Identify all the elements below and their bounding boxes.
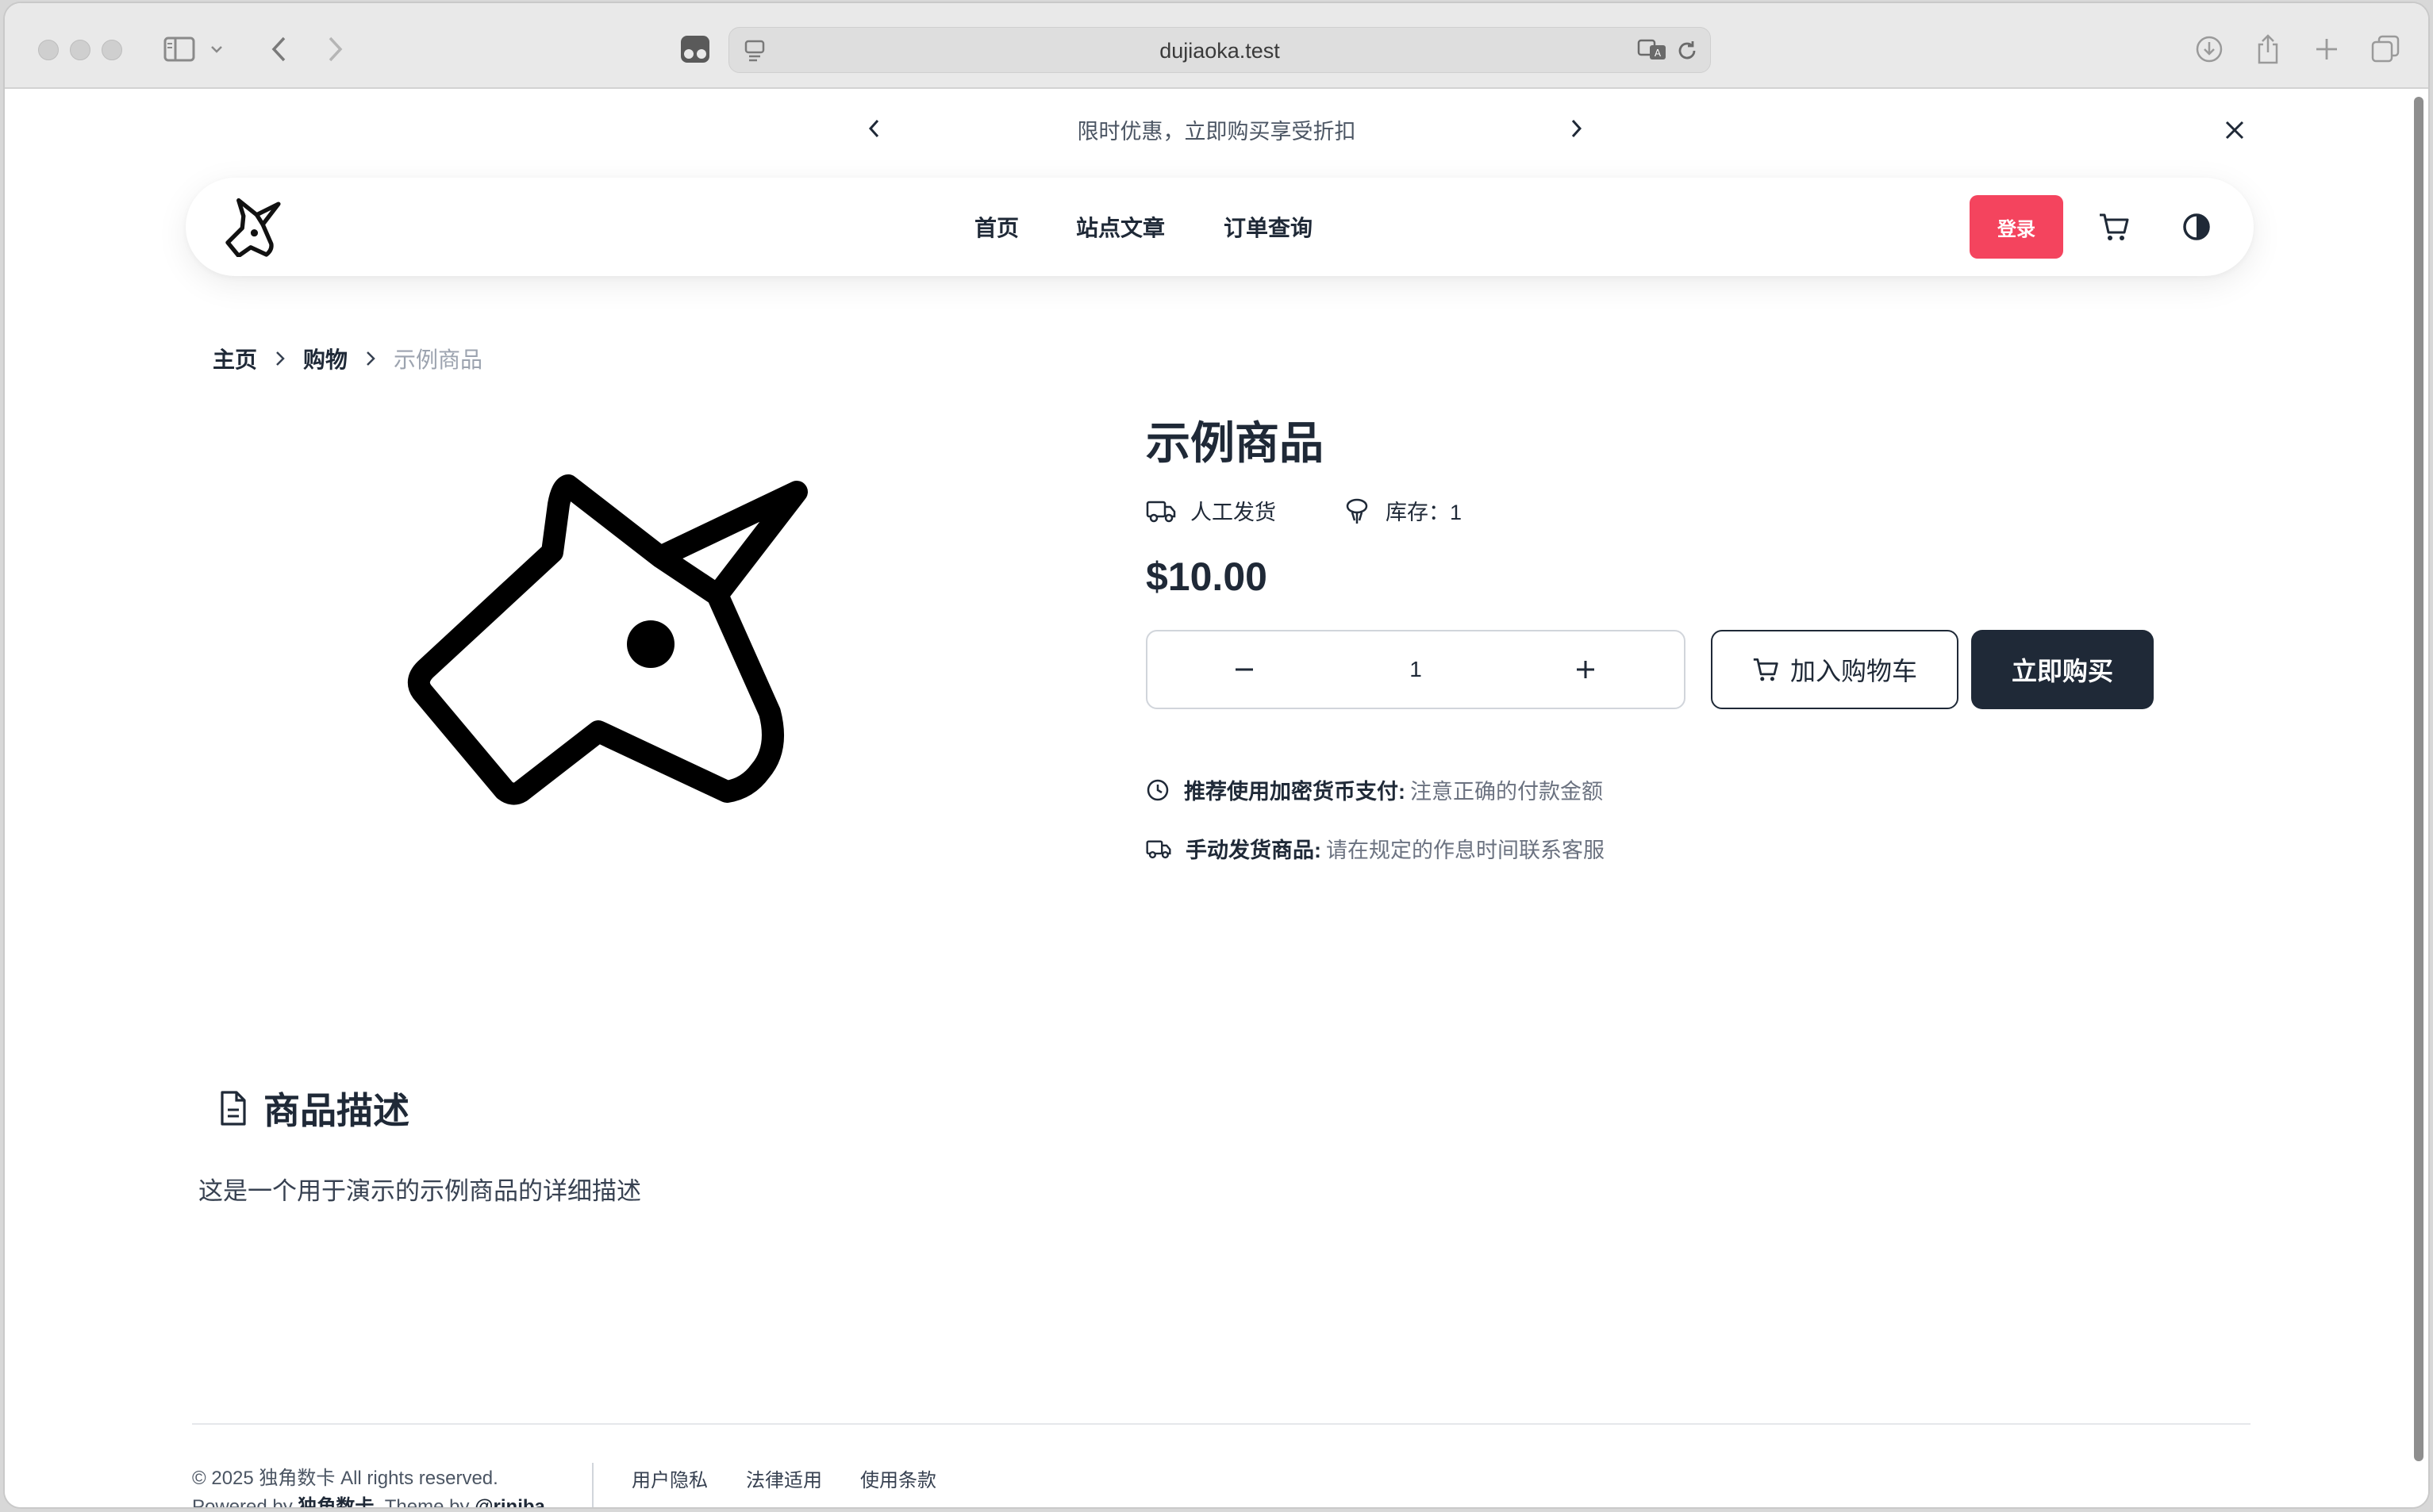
copyright-text: © 2025 独角数卡 All rights reserved. — [192, 1468, 498, 1489]
payment-tip-label: 推荐使用加密货币支付: — [1184, 780, 1405, 804]
stock-icon — [1346, 498, 1368, 524]
svg-text:A: A — [1655, 48, 1662, 59]
translate-icon[interactable]: A — [1637, 37, 1669, 67]
sidebar-toggle-icon[interactable] — [156, 27, 203, 71]
nav-link-order-query[interactable]: 订单查询 — [1224, 211, 1313, 243]
footer-link-terms[interactable]: 使用条款 — [860, 1464, 936, 1492]
description-heading: 商品描述 — [217, 1082, 409, 1134]
minimize-window-button[interactable] — [70, 40, 90, 60]
announcement-bar: 限时优惠，立即购买享受折扣 — [5, 89, 2428, 165]
browser-toolbar: dujiaoka.test A — [5, 3, 2428, 89]
tab-overview-icon[interactable] — [2362, 27, 2409, 71]
theme-toggle-icon[interactable] — [2174, 205, 2219, 249]
tab-group-icon[interactable] — [671, 27, 719, 71]
powered-prefix: Powered by — [192, 1496, 293, 1507]
announcement-next-icon[interactable] — [1559, 111, 1593, 146]
delivery-tip-text: 请在规定的作息时间联系客服 — [1326, 839, 1605, 862]
quantity-input[interactable]: 1 — [1306, 631, 1525, 708]
product-price: $10.00 — [1146, 555, 1267, 599]
theme-author-link[interactable]: @riniba — [475, 1496, 545, 1507]
page-scrollbar[interactable] — [2414, 97, 2423, 1461]
announcement-text: 限时优惠，立即购买享受折扣 — [1077, 120, 1356, 144]
footer-copyright: © 2025 独角数卡 All rights reserved. Powered… — [192, 1464, 545, 1507]
chevron-down-icon[interactable] — [205, 27, 229, 71]
add-to-cart-button[interactable]: 加入购物车 — [1711, 630, 1958, 709]
product-image-unicorn-icon — [402, 438, 846, 882]
cart-icon[interactable] — [2092, 205, 2136, 249]
powered-by-line: Powered by 独角数卡. Theme by @riniba — [192, 1493, 545, 1507]
stock-count: 库存：1 — [1386, 501, 1462, 524]
downloads-icon[interactable] — [2185, 27, 2233, 71]
description-body: 这是一个用于演示的示例商品的详细描述 — [198, 1177, 641, 1205]
description-title: 商品描述 — [263, 1090, 409, 1131]
nav-link-articles[interactable]: 站点文章 — [1076, 211, 1165, 243]
breadcrumb-shop[interactable]: 购物 — [303, 343, 348, 374]
reload-icon[interactable] — [1675, 39, 1699, 67]
forward-icon[interactable] — [311, 27, 359, 71]
nav-link-home[interactable]: 首页 — [974, 211, 1019, 243]
address-bar[interactable]: dujiaoka.test A — [728, 27, 1711, 73]
url-text: dujiaoka.test — [1159, 39, 1280, 63]
powered-by-link[interactable]: 独角数卡 — [298, 1496, 374, 1507]
back-icon[interactable] — [256, 27, 303, 71]
product-title: 示例商品 — [1146, 418, 1324, 468]
truck-icon — [1146, 840, 1171, 858]
login-button[interactable]: 登录 — [1970, 195, 2063, 259]
web-page: 限时优惠，立即购买享受折扣 首页 站点文章 订单查询 登录 主页 购物 示例商品… — [5, 89, 2428, 1507]
browser-window: dujiaoka.test A 限时优惠，立即购买享受折扣 首页 站点文章 订单… — [5, 3, 2428, 1507]
delivery-type: 人工发货 — [1190, 501, 1276, 524]
truck-icon — [1146, 501, 1176, 522]
add-to-cart-label: 加入购物车 — [1789, 657, 1917, 685]
new-tab-icon[interactable] — [2303, 27, 2350, 71]
decrease-quantity-button[interactable] — [1197, 631, 1292, 708]
cart-icon — [1753, 658, 1778, 681]
payment-tip-text: 注意正确的付款金额 — [1410, 780, 1603, 804]
share-icon[interactable] — [2244, 27, 2292, 71]
breadcrumb-home[interactable]: 主页 — [213, 343, 257, 374]
delivery-tip-label: 手动发货商品: — [1186, 839, 1321, 862]
breadcrumb: 主页 购物 示例商品 — [213, 343, 482, 374]
delivery-meta: 人工发货 — [1146, 495, 1276, 526]
stock-meta: 库存：1 — [1343, 495, 1462, 526]
increase-quantity-button[interactable] — [1538, 631, 1633, 708]
document-icon — [221, 1091, 246, 1126]
footer-link-privacy[interactable]: 用户隐私 — [632, 1464, 708, 1492]
payment-tip: 推荐使用加密货币支付: 注意正确的付款金额 — [1146, 774, 1603, 805]
unicorn-logo-icon[interactable] — [221, 197, 290, 259]
footer-vertical-divider — [592, 1463, 594, 1507]
zoom-window-button[interactable] — [102, 40, 122, 60]
footer-link-legal[interactable]: 法律适用 — [746, 1464, 822, 1492]
close-window-button[interactable] — [38, 40, 59, 60]
clock-icon — [1147, 779, 1169, 800]
quantity-stepper: 1 — [1146, 630, 1685, 709]
footer-divider-line — [192, 1423, 2250, 1425]
chevron-right-icon — [365, 350, 376, 367]
close-icon[interactable] — [2217, 113, 2252, 148]
buy-now-button[interactable]: 立即购买 — [1971, 630, 2154, 709]
breadcrumb-current: 示例商品 — [394, 347, 483, 372]
chevron-right-icon — [275, 350, 286, 367]
theme-prefix: . Theme by — [374, 1496, 470, 1507]
delivery-tip: 手动发货商品: 请在规定的作息时间联系客服 — [1146, 833, 1605, 864]
site-navbar: 首页 站点文章 订单查询 登录 — [186, 178, 2254, 276]
